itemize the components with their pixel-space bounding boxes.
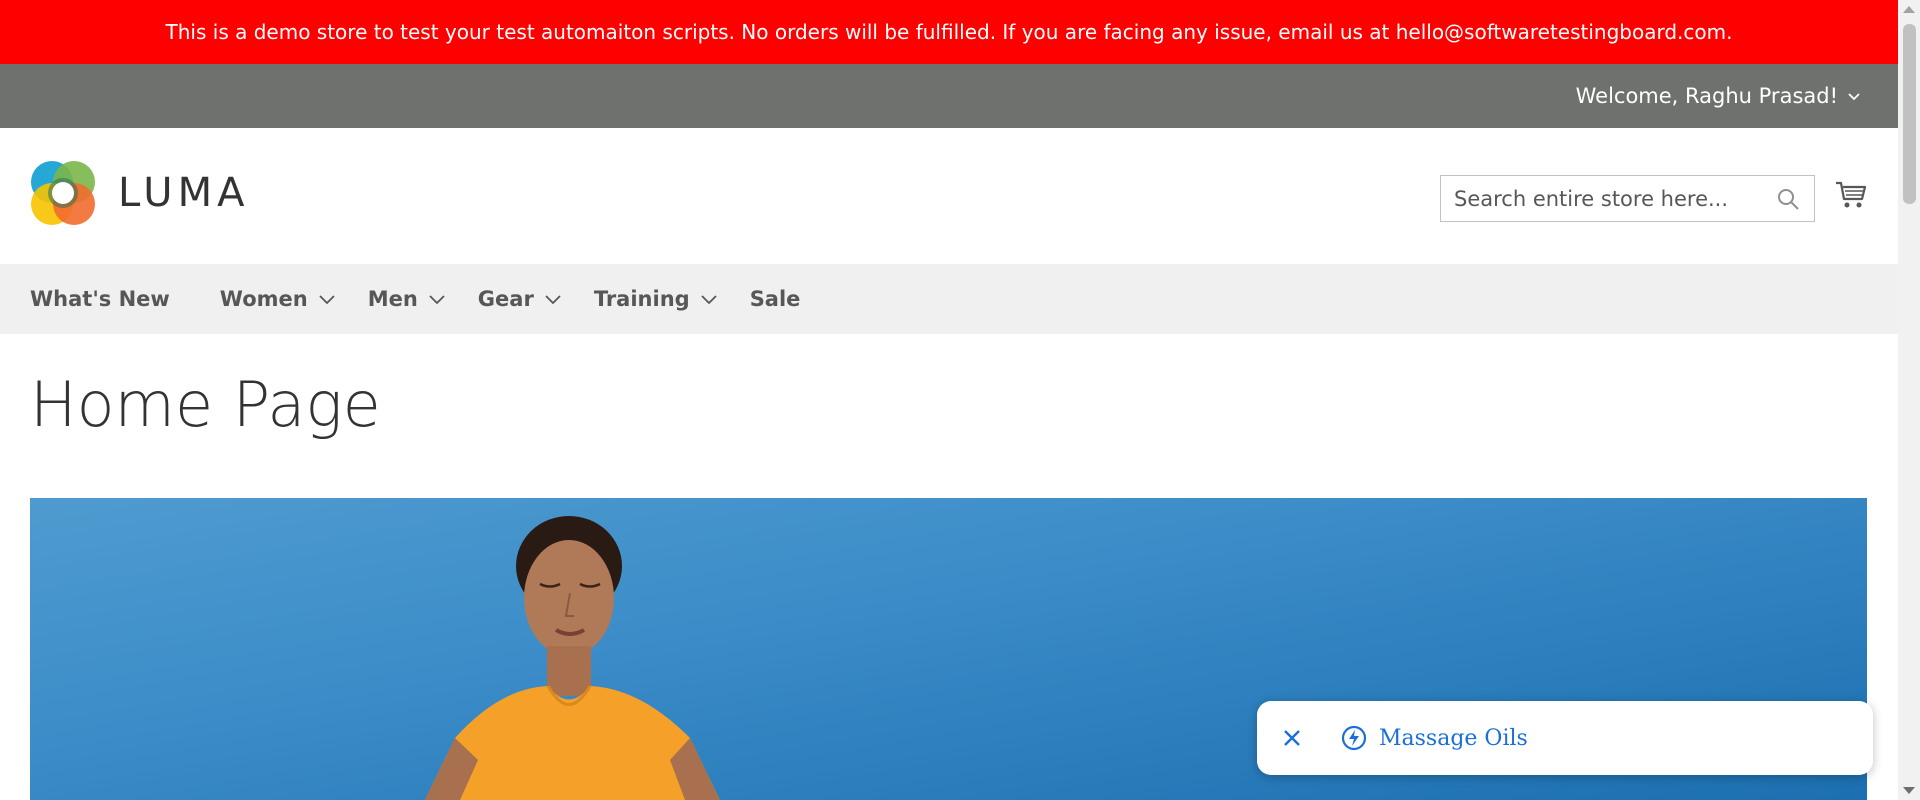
scroll-thumb[interactable] xyxy=(1903,24,1916,204)
demo-notice-banner: This is a demo store to test your test a… xyxy=(0,0,1898,64)
main-navigation: What's New Women Men Gear Training Sale xyxy=(0,264,1898,334)
nav-item-label: Training xyxy=(593,287,690,311)
nav-item-label: Gear xyxy=(477,287,534,311)
close-icon[interactable] xyxy=(1281,727,1303,749)
page-title: Home Page xyxy=(30,368,381,441)
nav-item-whats-new[interactable]: What's New xyxy=(30,287,170,311)
nav-item-men[interactable]: Men xyxy=(368,287,446,311)
search-icon[interactable] xyxy=(1776,187,1800,211)
chevron-down-icon xyxy=(429,295,445,305)
nav-item-women[interactable]: Women xyxy=(220,287,336,311)
nav-item-label: What's New xyxy=(30,287,170,311)
panel-header: Welcome, Raghu Prasad! xyxy=(0,64,1898,128)
scroll-down-arrow-icon[interactable] xyxy=(1903,787,1915,794)
search-suggestion-chip: Massage Oils xyxy=(1257,701,1873,775)
nav-item-training[interactable]: Training xyxy=(594,287,718,311)
scroll-up-arrow-icon[interactable] xyxy=(1903,6,1915,13)
search-box xyxy=(1440,175,1815,222)
nav-item-sale[interactable]: Sale xyxy=(750,287,801,311)
search-input[interactable] xyxy=(1441,176,1761,221)
logo-link[interactable]: LUMA xyxy=(30,160,249,226)
chevron-down-icon xyxy=(701,295,717,305)
customer-welcome-menu[interactable]: Welcome, Raghu Prasad! xyxy=(1576,84,1862,108)
nav-item-label: Sale xyxy=(749,287,801,311)
vertical-scrollbar[interactable] xyxy=(1898,0,1920,800)
nav-item-label: Men xyxy=(367,287,418,311)
chevron-down-icon xyxy=(319,295,335,305)
luma-logo-icon xyxy=(31,161,95,225)
suggestion-label[interactable]: Massage Oils xyxy=(1379,726,1528,751)
logo-text: LUMA xyxy=(118,170,250,216)
header-content: LUMA xyxy=(0,128,1898,264)
welcome-text: Welcome, Raghu Prasad! xyxy=(1575,84,1838,108)
nav-item-label: Women xyxy=(219,287,308,311)
nav-item-gear[interactable]: Gear xyxy=(478,287,562,311)
demo-notice-text: This is a demo store to test your test a… xyxy=(165,20,1733,44)
chevron-down-icon xyxy=(1848,93,1860,101)
chevron-down-icon xyxy=(545,295,561,305)
minicart-icon[interactable] xyxy=(1834,178,1868,212)
bolt-icon xyxy=(1341,725,1367,751)
page: This is a demo store to test your test a… xyxy=(0,0,1898,800)
